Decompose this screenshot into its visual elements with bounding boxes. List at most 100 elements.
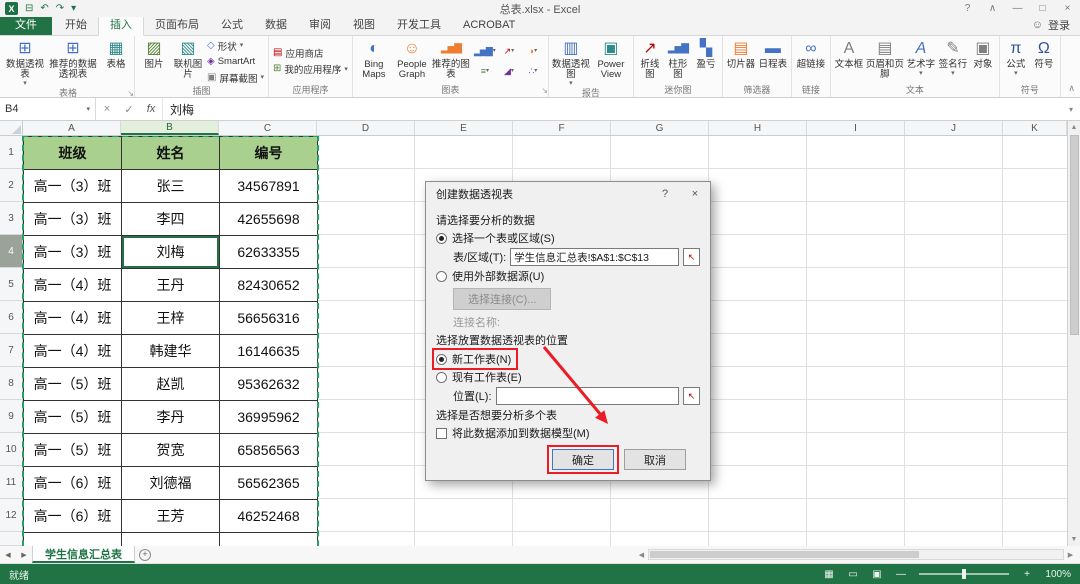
row-header-2[interactable]: 2 xyxy=(0,169,22,202)
column-header-a[interactable]: A xyxy=(23,121,121,135)
pictures-button[interactable]: ▨ 图片 xyxy=(137,38,171,85)
pivotchart-button[interactable]: ▥ 数据透视图 ▾ xyxy=(551,38,591,87)
horizontal-scroll-thumb[interactable] xyxy=(650,551,919,558)
cell-c4[interactable]: 62633355 xyxy=(220,236,318,269)
range-input[interactable]: 学生信息汇总表!$A$1:$C$13 xyxy=(510,248,679,266)
close-button[interactable]: × xyxy=(1055,0,1080,17)
zoom-out-button[interactable]: — xyxy=(893,567,909,581)
cell-b11[interactable]: 刘德福 xyxy=(122,467,220,500)
cell-a13[interactable] xyxy=(24,533,122,546)
undo-icon[interactable]: ↶ xyxy=(40,4,48,14)
row-header-13[interactable] xyxy=(0,532,22,546)
zoom-in-button[interactable]: + xyxy=(1019,567,1035,581)
cell-a10[interactable]: 高一（5）班 xyxy=(24,434,122,467)
row-header-10[interactable]: 10 xyxy=(0,433,22,466)
row-header-9[interactable]: 9 xyxy=(0,400,22,433)
tab-data[interactable]: 数据 xyxy=(254,16,298,35)
checkbox-add-to-data-model[interactable]: 将此数据添加到数据模型(M) xyxy=(436,425,700,441)
signature-line-button[interactable]: ✎ 签名行 ▾ xyxy=(937,38,969,84)
cell-b2[interactable]: 张三 xyxy=(122,170,220,203)
column-header-j[interactable]: J xyxy=(905,121,1003,135)
tab-insert[interactable]: 插入 xyxy=(98,15,144,36)
collapse-ribbon-button[interactable]: ∧ xyxy=(1068,83,1075,94)
name-box[interactable]: B4 ▾ xyxy=(0,98,96,120)
vertical-scroll-thumb[interactable] xyxy=(1070,135,1079,335)
location-input[interactable] xyxy=(496,387,680,405)
tab-home[interactable]: 开始 xyxy=(54,16,98,35)
symbol-button[interactable]: Ω 符号 xyxy=(1030,38,1058,84)
sparkline-column-button[interactable]: ▂▅▇ 柱形图 xyxy=(664,38,692,84)
cell-c5[interactable]: 82430652 xyxy=(220,269,318,302)
equation-button[interactable]: π 公式 ▾ xyxy=(1002,38,1030,84)
ok-button[interactable]: 确定 xyxy=(552,449,614,470)
text-box-button[interactable]: A 文本框 xyxy=(833,38,865,84)
cell-b4-active[interactable]: 刘梅 xyxy=(122,236,220,269)
dialog-title-bar[interactable]: 创建数据透视表 ? × xyxy=(426,182,710,206)
people-graph-button[interactable]: ☺ People Graph xyxy=(393,38,431,84)
radio-new-worksheet[interactable]: 新工作表(N) xyxy=(436,351,514,367)
radio-off-icon[interactable] xyxy=(436,271,447,282)
location-range-picker-button[interactable]: ↖ xyxy=(683,387,700,405)
radio-on-icon[interactable] xyxy=(436,354,447,365)
save-icon[interactable]: ⊟ xyxy=(25,4,33,14)
scroll-left-icon[interactable]: ◀ xyxy=(635,551,648,559)
cell-c13[interactable] xyxy=(220,533,318,546)
cell-c8[interactable]: 95362632 xyxy=(220,368,318,401)
recommended-charts-button[interactable]: ▂▅▇ 推荐的图表 xyxy=(431,38,471,84)
cell-b8[interactable]: 赵凯 xyxy=(122,368,220,401)
enter-entry-button[interactable]: ✓ xyxy=(118,98,140,120)
column-header-f[interactable]: F xyxy=(513,121,611,135)
tab-review[interactable]: 审阅 xyxy=(298,16,342,35)
cell-a3[interactable]: 高一（3）班 xyxy=(24,203,122,236)
column-header-d[interactable]: D xyxy=(317,121,415,135)
cell-b5[interactable]: 王丹 xyxy=(122,269,220,302)
row-header-3[interactable]: 3 xyxy=(0,202,22,235)
column-header-g[interactable]: G xyxy=(611,121,709,135)
scroll-right-icon[interactable]: ▶ xyxy=(1064,551,1077,559)
row-header-7[interactable]: 7 xyxy=(0,334,22,367)
bar-chart-button[interactable]: ≡▾ xyxy=(473,62,496,81)
zoom-slider[interactable] xyxy=(919,573,1009,575)
cell-a5[interactable]: 高一（4）班 xyxy=(24,269,122,302)
sheet-nav-right-icon[interactable]: ▶ xyxy=(16,546,32,563)
cell-b3[interactable]: 李四 xyxy=(122,203,220,236)
column-header-h[interactable]: H xyxy=(709,121,807,135)
dialog-close-button[interactable]: × xyxy=(680,182,710,206)
range-picker-button[interactable]: ↖ xyxy=(683,248,700,266)
online-pictures-button[interactable]: ▧ 联机图片 xyxy=(171,38,205,85)
insert-function-button[interactable]: fx xyxy=(140,98,162,120)
column-header-e[interactable]: E xyxy=(415,121,513,135)
cell-a9[interactable]: 高一（5）班 xyxy=(24,401,122,434)
cell-a11[interactable]: 高一（6）班 xyxy=(24,467,122,500)
cancel-button[interactable]: 取消 xyxy=(624,449,686,470)
zoom-slider-thumb[interactable] xyxy=(962,569,966,579)
cell-a7[interactable]: 高一（4）班 xyxy=(24,335,122,368)
bing-maps-button[interactable]: ◐ Bing Maps xyxy=(355,38,393,84)
tab-acrobat[interactable]: ACROBAT xyxy=(452,16,526,35)
cell-c11[interactable]: 56562365 xyxy=(220,467,318,500)
qat-customize-icon[interactable]: ▾ xyxy=(71,4,76,14)
cell-a4[interactable]: 高一（3）班 xyxy=(24,236,122,269)
smartart-button[interactable]: ◈ SmartArt xyxy=(205,54,266,69)
name-box-dropdown-icon[interactable]: ▾ xyxy=(86,106,90,113)
table-header-class[interactable]: 班级 xyxy=(24,137,122,170)
pivottable-button[interactable]: ⊞ 数据透视表 ▾ xyxy=(4,38,46,87)
cell-b7[interactable]: 韩建华 xyxy=(122,335,220,368)
dialog-help-button[interactable]: ? xyxy=(650,182,680,206)
cell-a8[interactable]: 高一（5）班 xyxy=(24,368,122,401)
radio-off-icon[interactable] xyxy=(436,372,447,383)
view-page-break-button[interactable]: ▣ xyxy=(869,567,885,581)
view-normal-button[interactable]: ▦ xyxy=(821,567,837,581)
formula-content[interactable]: 刘梅 xyxy=(162,98,1062,120)
row-header-1[interactable]: 1 xyxy=(0,136,22,169)
sparkline-winloss-button[interactable]: ▚ 盈亏 xyxy=(692,38,720,84)
hyperlink-button[interactable]: ∞ 超链接 xyxy=(794,38,828,84)
radio-on-icon[interactable] xyxy=(436,233,447,244)
table-header-name[interactable]: 姓名 xyxy=(122,137,220,170)
table-header-id[interactable]: 编号 xyxy=(220,137,318,170)
cancel-entry-button[interactable]: × xyxy=(96,98,118,120)
radio-existing-worksheet[interactable]: 现有工作表(E) xyxy=(436,369,700,385)
cell-c6[interactable]: 56656316 xyxy=(220,302,318,335)
tab-developer[interactable]: 开发工具 xyxy=(386,16,452,35)
zoom-level[interactable]: 100% xyxy=(1043,569,1071,580)
